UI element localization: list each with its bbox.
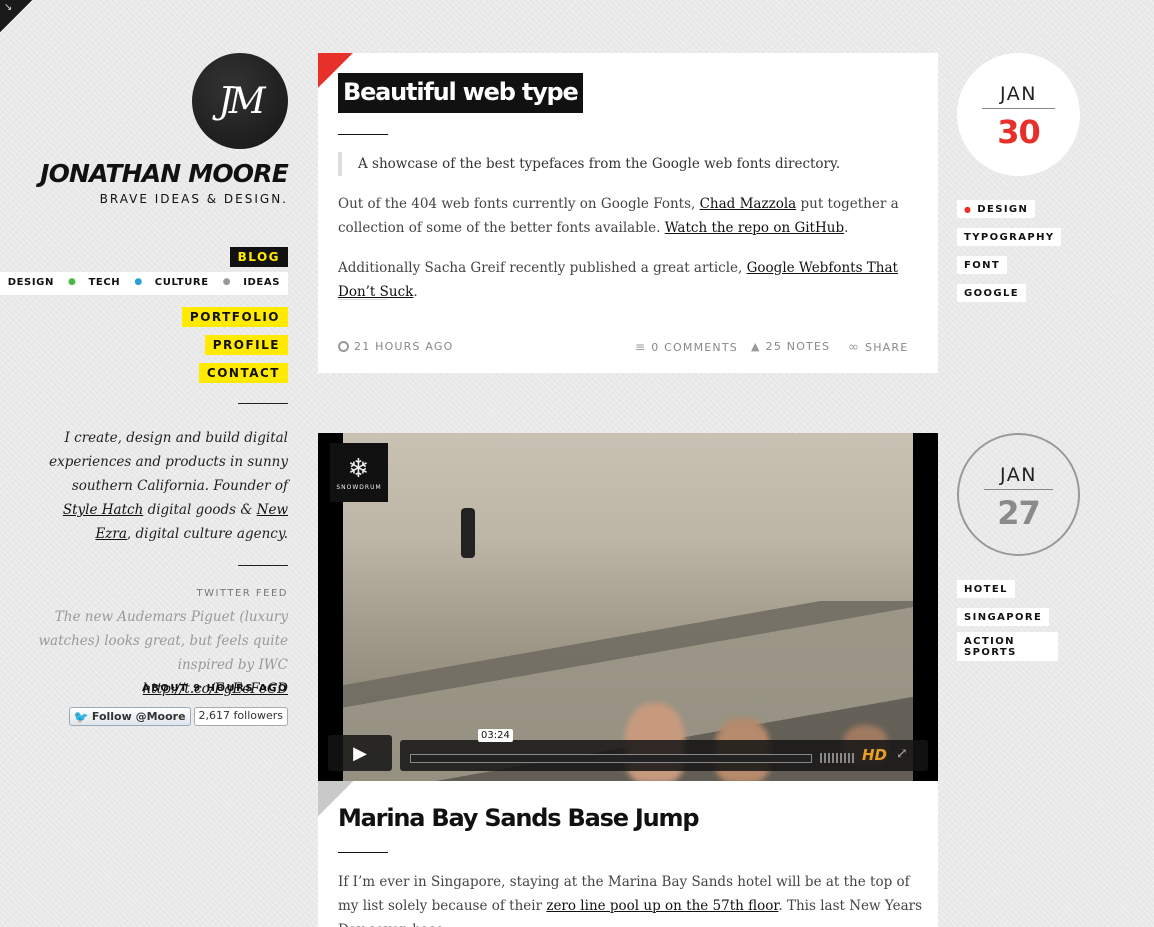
- date-month: JAN: [982, 83, 1055, 109]
- category-dot-icon: ●: [134, 277, 143, 287]
- bio: I create, design and build digital exper…: [49, 430, 288, 542]
- control-bar: 03:24 HD ⤢: [400, 729, 928, 771]
- divider: [238, 565, 288, 566]
- post-title[interactable]: Beautiful web type: [338, 73, 583, 113]
- pool-link[interactable]: zero line pool up on the 57th floor: [546, 898, 778, 914]
- tag-google[interactable]: GOOGLE: [957, 284, 1027, 302]
- title-rule: [338, 134, 388, 135]
- comments-link[interactable]: ≡ 0 COMMENTS: [635, 340, 738, 354]
- post-paragraph: If I’m ever in Singapore, staying at the…: [338, 874, 923, 927]
- twitter-bird-icon: 🐦: [73, 709, 89, 724]
- post-paragraph: Out of the 404 web fonts currently on Go…: [338, 196, 899, 236]
- video-player[interactable]: ❄ SNOWDRUM ▶ 03:24 HD ⤢: [318, 433, 938, 781]
- category-dot-icon: ●: [222, 277, 232, 287]
- post-date[interactable]: JAN 27: [957, 433, 1080, 556]
- site-tagline: BRAVE IDEAS & DESIGN.: [99, 192, 288, 206]
- category-bar: ●DESIGN ●TECH ●CULTURE ●IDEAS: [0, 272, 288, 295]
- corner-dogear[interactable]: ↘: [0, 0, 32, 32]
- notes-link[interactable]: ▲ 25 NOTES: [751, 340, 830, 353]
- tag-typography[interactable]: TYPOGRAPHY: [957, 228, 1062, 246]
- play-icon: ▶: [353, 742, 367, 764]
- share-link[interactable]: ∞ SHARE: [848, 340, 908, 355]
- post-date[interactable]: JAN 30: [957, 53, 1080, 176]
- date-day: 30: [997, 113, 1041, 151]
- category-dot-icon: ●: [68, 277, 77, 287]
- play-button[interactable]: ▶: [328, 735, 392, 771]
- site-name[interactable]: JONATHAN MOORE: [40, 159, 289, 188]
- tag-action-sports[interactable]: ACTION SPORTS: [957, 632, 1058, 661]
- nav-blog[interactable]: BLOG: [229, 247, 288, 267]
- nav-contact[interactable]: CONTACT: [198, 363, 288, 383]
- logo[interactable]: JM: [192, 53, 288, 149]
- category-design[interactable]: ●DESIGN: [0, 277, 54, 288]
- post-quote: A showcase of the best typefaces from th…: [338, 152, 840, 176]
- snowflake-icon: ❄: [347, 454, 371, 484]
- style-hatch-link[interactable]: Style Hatch: [63, 502, 143, 518]
- date-day: 27: [997, 494, 1041, 532]
- video-duration: 03:24: [478, 729, 513, 742]
- follow-button[interactable]: 🐦 Follow @Moore: [68, 707, 191, 726]
- post-card: Beautiful web type A showcase of the bes…: [318, 53, 938, 373]
- tag-hotel[interactable]: HOTEL: [957, 580, 1015, 598]
- snowdrum-logo: ❄ SNOWDRUM: [330, 443, 388, 502]
- divider: [338, 299, 388, 300]
- tag-font[interactable]: FONT: [957, 256, 1008, 274]
- hd-toggle[interactable]: HD: [862, 746, 887, 764]
- post-title[interactable]: Marina Bay Sands Base Jump: [338, 803, 700, 833]
- chad-mazzola-link[interactable]: Chad Mazzola: [700, 196, 797, 212]
- scrub-bar[interactable]: [410, 754, 812, 763]
- divider: [238, 403, 288, 404]
- fullscreen-icon[interactable]: ⤢: [896, 746, 908, 762]
- post-paragraph: Additionally Sacha Greif recently publis…: [338, 260, 898, 300]
- clock-icon: [338, 341, 349, 352]
- volume-icon[interactable]: [820, 753, 854, 763]
- comment-lines-icon: ≡: [635, 340, 647, 354]
- title-rule: [338, 852, 388, 853]
- video-frame: [343, 433, 913, 781]
- post-time[interactable]: 21 HOURS AGO: [338, 340, 454, 353]
- category-culture[interactable]: ● CULTURE: [134, 277, 208, 288]
- github-repo-link[interactable]: Watch the repo on GitHub: [665, 220, 844, 236]
- twitter-feed-label: TWITTER FEED: [196, 588, 288, 599]
- category-dot-icon: ●: [964, 205, 973, 214]
- notes-triangle-icon: ▲: [751, 340, 761, 353]
- share-link-icon: ∞: [848, 340, 861, 355]
- category-tech[interactable]: ● TECH: [68, 277, 120, 288]
- twitter-follow: 🐦 Follow @Moore 2,617 followers: [68, 707, 288, 726]
- nav-profile[interactable]: PROFILE: [204, 335, 288, 355]
- video-controls: ▶ 03:24 HD ⤢: [328, 729, 928, 771]
- category-ideas[interactable]: ● IDEAS: [223, 277, 280, 288]
- tweet-time[interactable]: ABOUT 9 HOURS AGO: [142, 683, 288, 694]
- post-card: Marina Bay Sands Base Jump If I’m ever i…: [318, 781, 938, 927]
- video-jumper: [461, 508, 475, 558]
- nav-portfolio[interactable]: PORTFOLIO: [181, 307, 288, 327]
- corner-arrow-icon: ↘: [4, 2, 13, 13]
- tag-design[interactable]: ● DESIGN: [957, 200, 1036, 218]
- follower-count[interactable]: 2,617 followers: [193, 707, 288, 726]
- date-month: JAN: [984, 464, 1053, 490]
- tag-singapore[interactable]: SINGAPORE: [957, 608, 1050, 626]
